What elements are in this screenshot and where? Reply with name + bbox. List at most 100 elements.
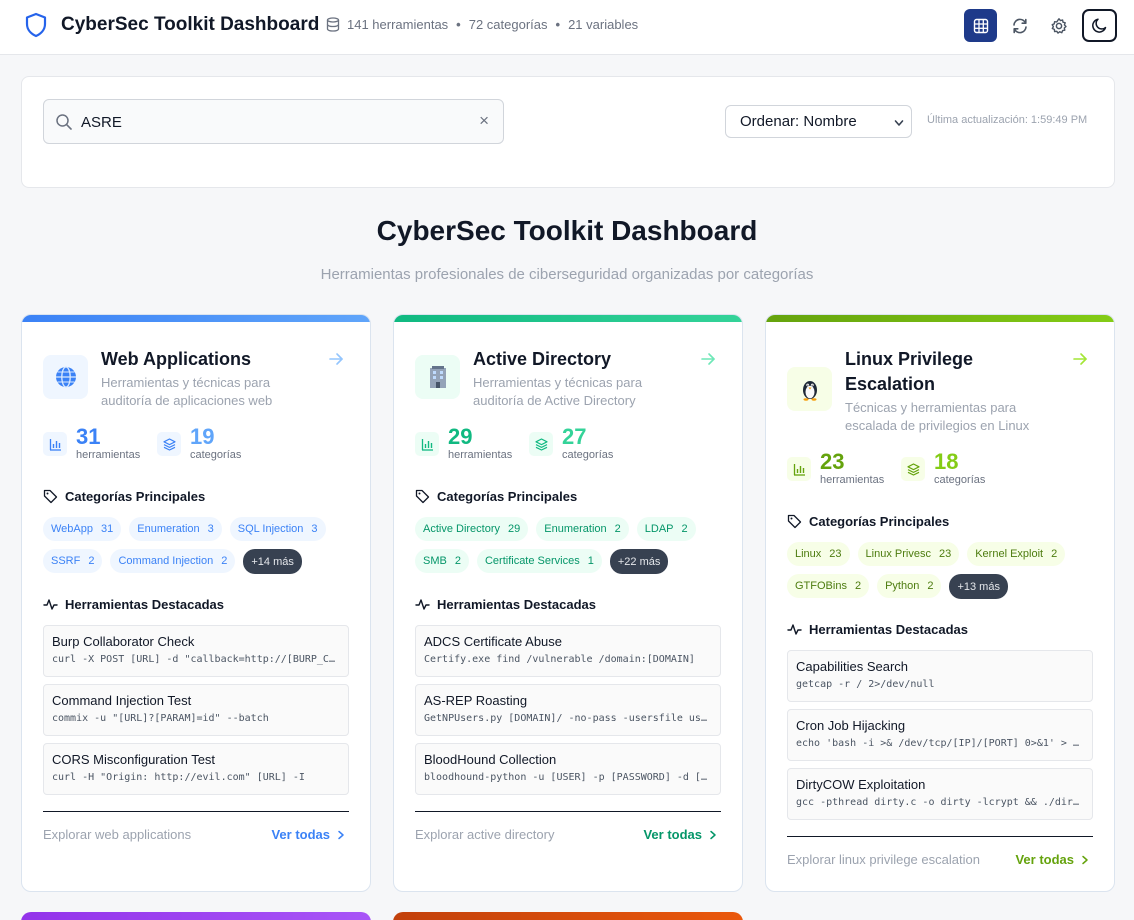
tool-item[interactable]: CORS Misconfiguration Test curl -H "Origi… [43,743,349,795]
header-stats: 141 herramientas • 72 categorías • 21 va… [326,17,638,32]
arrow-right-icon[interactable] [328,351,344,367]
view-all-link[interactable]: Ver todas [643,827,718,842]
categories-heading: Categorías Principales [415,489,577,504]
sort-select-value: Ordenar: Nombre [740,113,857,130]
tools-count: 29 [448,424,473,449]
tool-item[interactable]: Cron Job Hijacking echo 'bash -i >& /dev/… [787,709,1093,761]
search-box: × [43,99,504,144]
tool-item[interactable]: DirtyCOW Exploitation gcc -pthread dirty.… [787,768,1093,820]
tools-label: herramientas [76,449,141,461]
category-tag[interactable]: LDAP 2 [636,517,696,541]
refresh-icon [1012,18,1027,33]
bar-chart-icon [43,432,67,456]
category-tag[interactable]: Linux Privesc 23 [857,542,960,566]
search-icon [56,114,72,130]
page-subtitle: Herramientas profesionales de cibersegur… [320,266,814,283]
category-tag[interactable]: SMB 2 [415,549,469,573]
sort-select[interactable]: Ordenar: Nombre [725,105,912,138]
chevron-right-icon [710,830,716,839]
tool-item[interactable]: Burp Collaborator Check curl -X POST [URL… [43,625,349,677]
category-tag[interactable]: Python 2 [877,574,942,598]
explore-link[interactable]: Explorar web applications [43,827,191,842]
tool-item[interactable]: Capabilities Search getcap -r / 2>/dev/nu… [787,650,1093,702]
view-all-link[interactable]: Ver todas [271,827,346,842]
category-tag[interactable]: Enumeration 3 [129,517,222,541]
categories-count: 19 [190,424,215,449]
categories-stat: 27 categorías [529,426,613,461]
categories-label: categorías [562,449,614,461]
stat-variables: 21 variables [568,17,639,32]
card-title: Linux Privilege Escalation [845,349,974,394]
shield-icon [25,12,47,38]
category-tag[interactable]: Enumeration 2 [536,517,629,541]
category-tag[interactable]: WebApp 31 [43,517,122,541]
last-updated: Última actualización: 1:59:49 PM [927,114,1088,126]
category-tags: Active Directory 29 Enumeration 2 LDAP 2 SM… [415,517,725,574]
view-all-link[interactable]: Ver todas [1015,852,1090,867]
layers-icon [157,432,181,456]
tool-item[interactable]: BloodHound Collection bloodhound-python -… [415,743,721,795]
grid-view-button[interactable] [964,9,997,42]
category-tag[interactable]: Linux 23 [787,542,850,566]
refresh-button[interactable] [1003,9,1036,42]
more-tags-badge[interactable]: +22 más [609,549,669,574]
tools-heading: Herramientas Destacadas [43,597,224,612]
card-accent-bar [766,315,1114,322]
tools-heading: Herramientas Destacadas [415,597,596,612]
categories-count: 27 [562,424,587,449]
tools-count: 31 [76,424,101,449]
card-title: Active Directory [473,349,612,369]
explore-link[interactable]: Explorar active directory [415,827,554,842]
category-card-linux-privilege-escalation[interactable]: Linux Privilege Escalation Técnicas y he… [765,314,1115,892]
category-tag[interactable]: Kernel Exploit 2 [967,542,1066,566]
divider [415,811,721,812]
category-tag[interactable]: Active Directory 29 [415,517,529,541]
tool-item[interactable]: ADCS Certificate Abuse Certify.exe find /… [415,625,721,677]
card-title: Web Applications [101,349,252,369]
categories-stat: 18 categorías [901,451,985,486]
theme-toggle-button[interactable] [1082,9,1117,42]
category-tag[interactable]: Command Injection 2 [110,549,236,573]
more-tags-badge[interactable]: +13 más [949,574,1008,599]
categories-label: categorías [190,449,242,461]
bar-chart-icon [787,457,811,481]
category-card-active-directory[interactable]: Active Directory Herramientas y técnicas… [393,314,743,892]
more-tags-badge[interactable]: +14 más [243,549,302,574]
card-accent-bar [394,315,742,322]
page-title: CyberSec Toolkit Dashboard [376,215,758,246]
categories-heading: Categorías Principales [43,489,205,504]
building-icon [415,355,460,399]
category-tag[interactable]: GTFOBins 2 [787,574,870,598]
category-card-peek [393,912,743,920]
category-tags: WebApp 31 Enumeration 3 SQL Injection 3 SSR… [43,517,353,574]
search-input[interactable] [81,111,461,133]
category-tags: Linux 23 Linux Privesc 23 Kernel Exploit 2 … [787,542,1097,599]
moon-icon [1092,18,1107,33]
category-tag[interactable]: Certificate Services 1 [476,549,602,573]
activity-icon [787,624,802,635]
tools-heading: Herramientas Destacadas [787,622,968,637]
settings-button[interactable] [1042,9,1075,42]
tool-item[interactable]: AS-REP Roasting GetNPUsers.py [DOMAIN]/ -… [415,684,721,736]
arrow-right-icon[interactable] [700,351,716,367]
database-icon [326,17,340,32]
featured-tools: Burp Collaborator Check curl -X POST [URL… [43,625,349,802]
category-tag[interactable]: SSRF 2 [43,549,103,573]
tools-stat: 23 herramientas [787,451,884,486]
search-panel: × Ordenar: Nombre Última actualización: … [21,76,1115,188]
clear-search-icon[interactable]: × [479,111,489,131]
app-title: CyberSec Toolkit Dashboard [61,14,320,35]
tool-item[interactable]: Command Injection Test commix -u "[URL]?[… [43,684,349,736]
penguin-icon [787,367,832,411]
category-card-web-applications[interactable]: Web Applications Herramientas y técnicas… [21,314,371,892]
category-tag[interactable]: SQL Injection 3 [229,517,326,541]
tools-stat: 31 herramientas [43,426,140,461]
explore-link[interactable]: Explorar linux privilege escalation [787,852,980,867]
activity-icon [43,599,58,610]
tools-label: herramientas [448,449,513,461]
arrow-right-icon[interactable] [1072,351,1088,367]
divider [787,836,1093,837]
stat-tools: 141 herramientas [347,17,449,32]
globe-icon [43,355,88,399]
featured-tools: ADCS Certificate Abuse Certify.exe find /… [415,625,721,802]
